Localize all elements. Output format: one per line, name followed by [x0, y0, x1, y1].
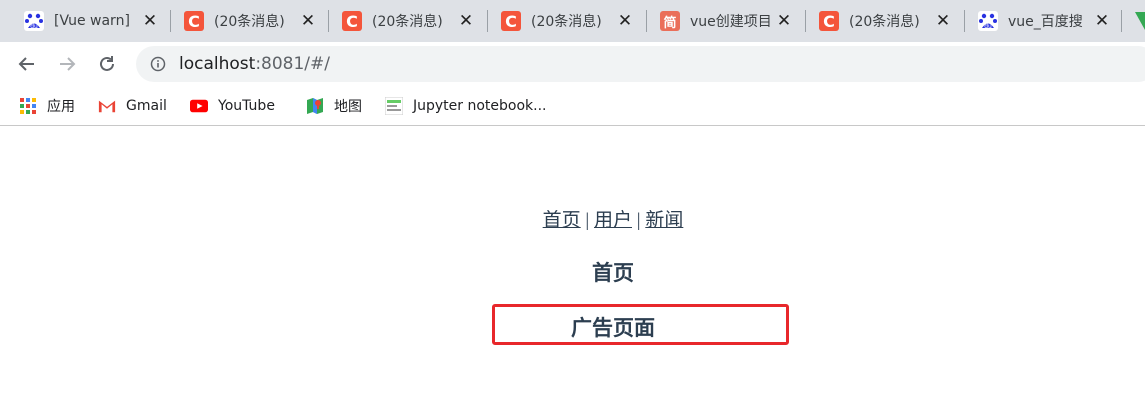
bookmark-maps[interactable]: 地图 [306, 95, 362, 117]
browser-tab[interactable]: C (20条消息) ✕ [819, 0, 951, 42]
youtube-icon [190, 97, 208, 115]
close-tab-icon[interactable]: ✕ [142, 12, 158, 30]
jianshu-icon: 简 [660, 11, 680, 31]
tab-title: (20条消息) [372, 14, 443, 30]
tab-title: (20条消息) [214, 14, 285, 30]
csdn-icon: C [501, 11, 521, 31]
browser-tab[interactable]: du [Vue warn] ✕ [24, 0, 158, 42]
jupyter-icon [385, 97, 403, 115]
bookmark-label: 地图 [334, 99, 362, 115]
bookmark-jupyter[interactable]: Jupyter notebook... [385, 95, 547, 117]
site-info-icon[interactable] [150, 56, 166, 72]
tab-separator [170, 10, 171, 32]
bookmark-youtube[interactable]: YouTube [190, 95, 275, 117]
svg-text:du: du [984, 23, 992, 30]
tab-separator [805, 10, 806, 32]
url-path: :8081/#/ [255, 54, 331, 74]
bookmark-label: YouTube [218, 98, 275, 114]
bookmark-gmail[interactable]: Gmail [98, 95, 167, 117]
close-tab-icon[interactable]: ✕ [300, 12, 316, 30]
browser-toolbar: localhost:8081/#/ [0, 42, 1145, 86]
tab-title: (20条消息) [849, 14, 920, 30]
bookmark-label: Jupyter notebook... [413, 98, 547, 114]
tab-separator [328, 10, 329, 32]
forward-icon[interactable] [55, 52, 79, 76]
tab-separator [487, 10, 488, 32]
bookmark-label: 应用 [47, 99, 75, 115]
browser-tab[interactable]: C (20条消息) ✕ [501, 0, 633, 42]
csdn-icon: C [342, 11, 362, 31]
baidu-paw-icon: du [978, 11, 998, 31]
browser-tab[interactable]: C (20条消息) ✕ [342, 0, 474, 42]
tab-separator [1121, 10, 1122, 32]
bookmark-apps[interactable]: 应用 [19, 95, 75, 117]
page-content: 首页 | 用户 | 新闻 首页 广告页面 [0, 127, 1145, 419]
gmail-icon [98, 97, 116, 115]
close-tab-icon[interactable]: ✕ [1094, 12, 1110, 30]
browser-tab[interactable]: 简 vue创建项目 ✕ [660, 0, 792, 42]
tab-title: [Vue warn] [54, 13, 130, 29]
browser-tab[interactable]: du vue_百度搜 ✕ [978, 0, 1110, 42]
close-tab-icon[interactable]: ✕ [617, 12, 633, 30]
close-tab-icon[interactable]: ✕ [458, 12, 474, 30]
csdn-icon: C [184, 11, 204, 31]
nav-link-home[interactable]: 首页 [543, 210, 581, 231]
page-heading: 首页 [592, 261, 634, 285]
svg-text:du: du [30, 23, 38, 30]
tab-title: (20条消息) [531, 14, 602, 30]
nav-link-user[interactable]: 用户 [594, 210, 632, 231]
baidu-paw-icon: du [24, 11, 44, 31]
tab-title: vue创建项目 [690, 14, 770, 30]
close-tab-icon[interactable]: ✕ [776, 12, 792, 30]
ad-heading: 广告页面 [571, 316, 655, 340]
url-host: localhost [179, 54, 256, 74]
browser-tab[interactable]: C (20条消息) ✕ [184, 0, 316, 42]
address-bar[interactable]: localhost:8081/#/ [136, 46, 1145, 82]
bookmarks-bar: 应用 Gmail YouTube 地图 Jupyter notebook... [0, 86, 1145, 126]
tab-title: vue_百度搜 [1008, 14, 1083, 30]
nav-separator: | [585, 210, 590, 231]
nav-separator: | [636, 210, 641, 231]
address-url[interactable]: localhost:8081/#/ [179, 54, 330, 74]
tab-separator [646, 10, 647, 32]
reload-icon[interactable] [95, 52, 119, 76]
tab-separator [964, 10, 965, 32]
bookmark-label: Gmail [126, 98, 167, 114]
main-nav: 首页 | 用户 | 新闻 [0, 205, 1145, 232]
new-tab-partial-icon[interactable] [1135, 12, 1145, 30]
nav-link-news[interactable]: 新闻 [645, 210, 683, 231]
close-tab-icon[interactable]: ✕ [935, 12, 951, 30]
csdn-icon: C [819, 11, 839, 31]
back-icon[interactable] [15, 52, 39, 76]
tab-strip: du [Vue warn] ✕ C (20条消息) ✕ C (20条消息) ✕ … [0, 0, 1145, 42]
maps-icon [306, 97, 324, 115]
apps-grid-icon [19, 97, 37, 115]
